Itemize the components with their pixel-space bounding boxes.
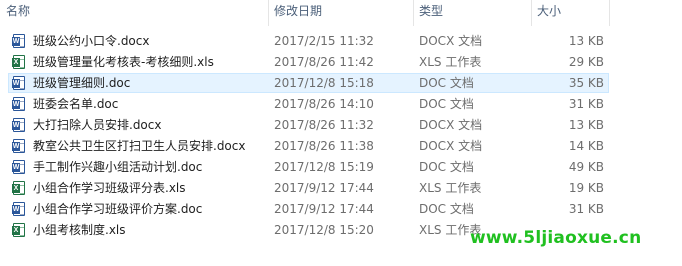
column-header-type[interactable]: 类型 [413, 0, 531, 26]
file-name: 小组合作学习班级评分表.xls [33, 181, 186, 195]
file-date: 2017/9/12 17:44 [274, 181, 374, 195]
word-icon: W [12, 97, 25, 111]
file-type-badge: W [12, 79, 20, 88]
file-size: 49 KB [568, 160, 604, 174]
watermark: www.5ljiaoxue.cn [470, 228, 642, 248]
column-header-name[interactable]: 名称 [0, 0, 268, 26]
icon-lines [20, 38, 24, 47]
file-type: DOCX 文档 [419, 139, 483, 153]
file-type: DOC 文档 [419, 202, 474, 216]
word-icon: W [12, 118, 25, 132]
file-size: 35 KB [568, 76, 604, 90]
file-name: 教室公共卫生区打扫卫生人员安排.docx [33, 139, 246, 153]
file-type-badge: W [12, 37, 20, 46]
file-date: 2017/12/8 15:19 [274, 160, 374, 174]
file-type: DOC 文档 [419, 97, 474, 111]
column-header-date[interactable]: 修改日期 [268, 0, 413, 26]
excel-icon: X [12, 223, 25, 237]
column-header-size[interactable]: 大小 [531, 0, 609, 26]
icon-lines [20, 227, 24, 236]
file-type: XLS 工作表 [419, 55, 482, 69]
file-size: 13 KB [568, 34, 604, 48]
file-type-badge: X [12, 58, 20, 67]
word-icon: W [12, 76, 25, 90]
file-row[interactable]: X 小组合作学习班级评分表.xls 2017/9/12 17:44 XLS 工作表 19… [0, 178, 682, 199]
file-date: 2017/9/12 17:44 [274, 202, 374, 216]
file-type-badge: W [12, 163, 20, 172]
file-size: 13 KB [568, 118, 604, 132]
file-type: XLS 工作表 [419, 181, 482, 195]
file-type: DOC 文档 [419, 76, 474, 90]
file-type-badge: W [12, 142, 20, 151]
file-name: 班委会名单.doc [33, 97, 119, 111]
file-type-badge: W [12, 121, 20, 130]
file-row[interactable]: W 大打扫除人员安排.docx 2017/8/26 11:32 DOCX 文档 13 K… [0, 115, 682, 136]
file-name: 班级管理量化考核表-考核细则.xls [33, 55, 214, 69]
icon-lines [20, 185, 24, 194]
excel-icon: X [12, 55, 25, 69]
file-type: DOC 文档 [419, 160, 474, 174]
file-size: 29 KB [568, 55, 604, 69]
file-name: 大打扫除人员安排.docx [33, 118, 162, 132]
icon-lines [20, 101, 24, 110]
file-type-badge: W [12, 100, 20, 109]
file-name: 班级管理细则.doc [33, 76, 131, 90]
icon-lines [20, 143, 24, 152]
file-row[interactable]: X 班级管理量化考核表-考核细则.xls 2017/8/26 11:42 XLS 工作… [0, 52, 682, 73]
icon-lines [20, 206, 24, 215]
file-type: DOCX 文档 [419, 34, 483, 48]
file-row[interactable]: W 班级管理细则.doc 2017/12/8 15:18 DOC 文档 35 KB [0, 73, 682, 94]
file-name: 小组合作学习班级评价方案.doc [33, 202, 203, 216]
word-icon: W [12, 139, 25, 153]
word-icon: W [12, 202, 25, 216]
file-name: 班级公约小口令.docx [33, 34, 150, 48]
file-date: 2017/8/26 11:42 [274, 55, 374, 69]
column-header: ^ 名称 修改日期 类型 大小 [0, 0, 682, 28]
file-date: 2017/8/26 14:10 [274, 97, 374, 111]
icon-lines [20, 59, 24, 68]
icon-lines [20, 164, 24, 173]
file-date: 2017/2/15 11:32 [274, 34, 374, 48]
icon-lines [20, 80, 24, 89]
file-row[interactable]: W 小组合作学习班级评价方案.doc 2017/9/12 17:44 DOC 文档 31… [0, 199, 682, 220]
file-type-badge: X [12, 184, 20, 193]
word-icon: W [12, 34, 25, 48]
file-date: 2017/12/8 15:18 [274, 76, 374, 90]
file-list: W 班级公约小口令.docx 2017/2/15 11:32 DOCX 文档 13 KB… [0, 31, 682, 241]
word-icon: W [12, 160, 25, 174]
file-date: 2017/12/8 15:20 [274, 223, 374, 237]
file-type-badge: W [12, 205, 20, 214]
file-size: 31 KB [568, 97, 604, 111]
file-row[interactable]: W 手工制作兴趣小组活动计划.doc 2017/12/8 15:19 DOC 文档 49… [0, 157, 682, 178]
file-date: 2017/8/26 11:32 [274, 118, 374, 132]
column-divider[interactable] [609, 0, 610, 26]
file-name: 手工制作兴趣小组活动计划.doc [33, 160, 203, 174]
file-date: 2017/8/26 11:38 [274, 139, 374, 153]
file-type-badge: X [12, 226, 20, 235]
file-type: DOCX 文档 [419, 118, 483, 132]
file-name: 小组考核制度.xls [33, 223, 126, 237]
file-size: 19 KB [568, 181, 604, 195]
file-row[interactable]: W 教室公共卫生区打扫卫生人员安排.docx 2017/8/26 11:38 DOCX… [0, 136, 682, 157]
file-size: 31 KB [568, 202, 604, 216]
excel-icon: X [12, 181, 25, 195]
file-row[interactable]: W 班级公约小口令.docx 2017/2/15 11:32 DOCX 文档 13 KB [0, 31, 682, 52]
file-row[interactable]: W 班委会名单.doc 2017/8/26 14:10 DOC 文档 31 KB [0, 94, 682, 115]
icon-lines [20, 122, 24, 131]
file-size: 14 KB [568, 139, 604, 153]
